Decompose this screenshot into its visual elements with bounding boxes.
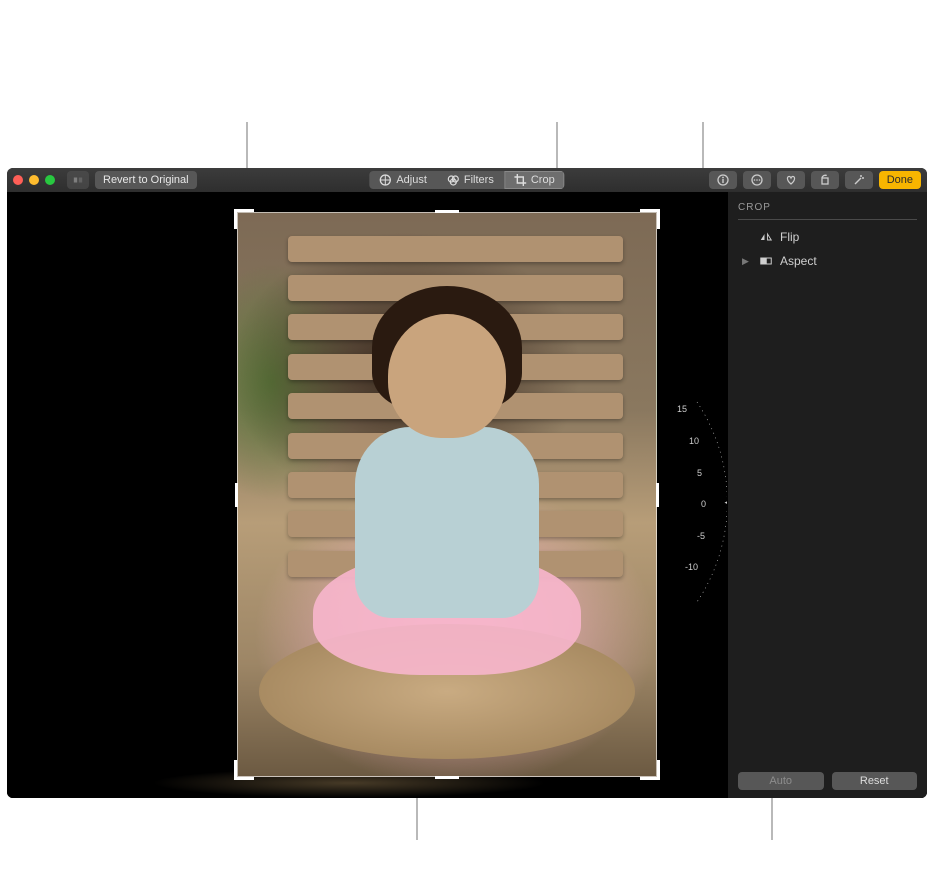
tab-crop[interactable]: Crop <box>504 171 565 189</box>
auto-enhance-button[interactable] <box>845 171 873 189</box>
favorite-button[interactable] <box>777 171 805 189</box>
dial-tick-label: 5 <box>697 468 702 478</box>
panel-footer-buttons: Auto Reset <box>738 772 917 790</box>
tab-adjust-label: Adjust <box>396 174 427 186</box>
done-button[interactable]: Done <box>879 171 921 189</box>
straighten-dial[interactable]: 15 10 5 0 -5 -10 ◀ <box>647 392 727 612</box>
edit-mode-tabs: Adjust Filters Crop <box>369 171 564 189</box>
dial-tick-label: -10 <box>685 562 698 572</box>
reset-button-label: Reset <box>860 775 889 787</box>
filters-icon <box>447 174 459 186</box>
aspect-label: Aspect <box>780 254 817 268</box>
tab-filters[interactable]: Filters <box>437 171 504 189</box>
crop-handle-bottom-right[interactable] <box>640 760 660 780</box>
rotate-icon <box>819 174 831 186</box>
minimize-window-button[interactable] <box>29 175 39 185</box>
toolbar: Revert to Original Adjust Filters Crop <box>7 168 927 192</box>
flip-label: Flip <box>780 230 799 244</box>
callout-line <box>556 122 558 174</box>
crop-handle-right[interactable] <box>656 483 659 507</box>
flip-icon <box>760 231 772 243</box>
canvas-area: 15 10 5 0 -5 -10 ◀ <box>7 192 727 798</box>
crop-handle-bottom[interactable] <box>435 776 459 779</box>
ellipsis-icon <box>751 174 763 186</box>
disclosure-triangle-icon[interactable]: ▶ <box>742 256 752 267</box>
zoom-out-icon <box>72 174 84 186</box>
revert-button[interactable]: Revert to Original <box>95 171 197 189</box>
crop-handle-top-right[interactable] <box>640 209 660 229</box>
close-window-button[interactable] <box>13 175 23 185</box>
adjust-icon <box>379 174 391 186</box>
tab-adjust[interactable]: Adjust <box>369 171 437 189</box>
zoom-window-button[interactable] <box>45 175 55 185</box>
auto-button-label: Auto <box>769 775 792 787</box>
info-icon <box>717 174 729 186</box>
done-button-label: Done <box>887 174 913 186</box>
magic-wand-icon <box>853 174 865 186</box>
crop-icon <box>514 174 526 186</box>
crop-handle-left[interactable] <box>235 483 238 507</box>
photo-crop-frame[interactable] <box>237 212 657 777</box>
dial-tick-label: 0 <box>701 499 706 509</box>
revert-button-label: Revert to Original <box>103 174 189 186</box>
tab-filters-label: Filters <box>464 174 494 186</box>
rotate-button[interactable] <box>811 171 839 189</box>
window-controls <box>13 175 55 185</box>
aspect-icon <box>760 255 772 267</box>
dial-tick-label: -5 <box>697 531 705 541</box>
zoom-toggle[interactable] <box>67 171 89 189</box>
heart-icon <box>785 174 797 186</box>
crop-handle-top-left[interactable] <box>234 209 254 229</box>
dial-tick-label: 10 <box>689 436 699 446</box>
crop-handle-top[interactable] <box>435 210 459 213</box>
more-button[interactable] <box>743 171 771 189</box>
crop-handle-bottom-left[interactable] <box>234 760 254 780</box>
info-button[interactable] <box>709 171 737 189</box>
reset-button[interactable]: Reset <box>832 772 918 790</box>
editor-content: 15 10 5 0 -5 -10 ◀ CROP Flip ▶ <box>7 192 927 798</box>
photos-editor-window: Revert to Original Adjust Filters Crop <box>7 168 927 798</box>
auto-button[interactable]: Auto <box>738 772 824 790</box>
crop-side-panel: CROP Flip ▶ Aspect Auto <box>727 192 927 798</box>
tab-crop-label: Crop <box>531 174 555 186</box>
flip-row[interactable]: Flip <box>742 230 917 244</box>
panel-title: CROP <box>738 202 917 220</box>
aspect-row[interactable]: ▶ Aspect <box>742 254 917 268</box>
dial-tick-label: 15 <box>677 404 687 414</box>
